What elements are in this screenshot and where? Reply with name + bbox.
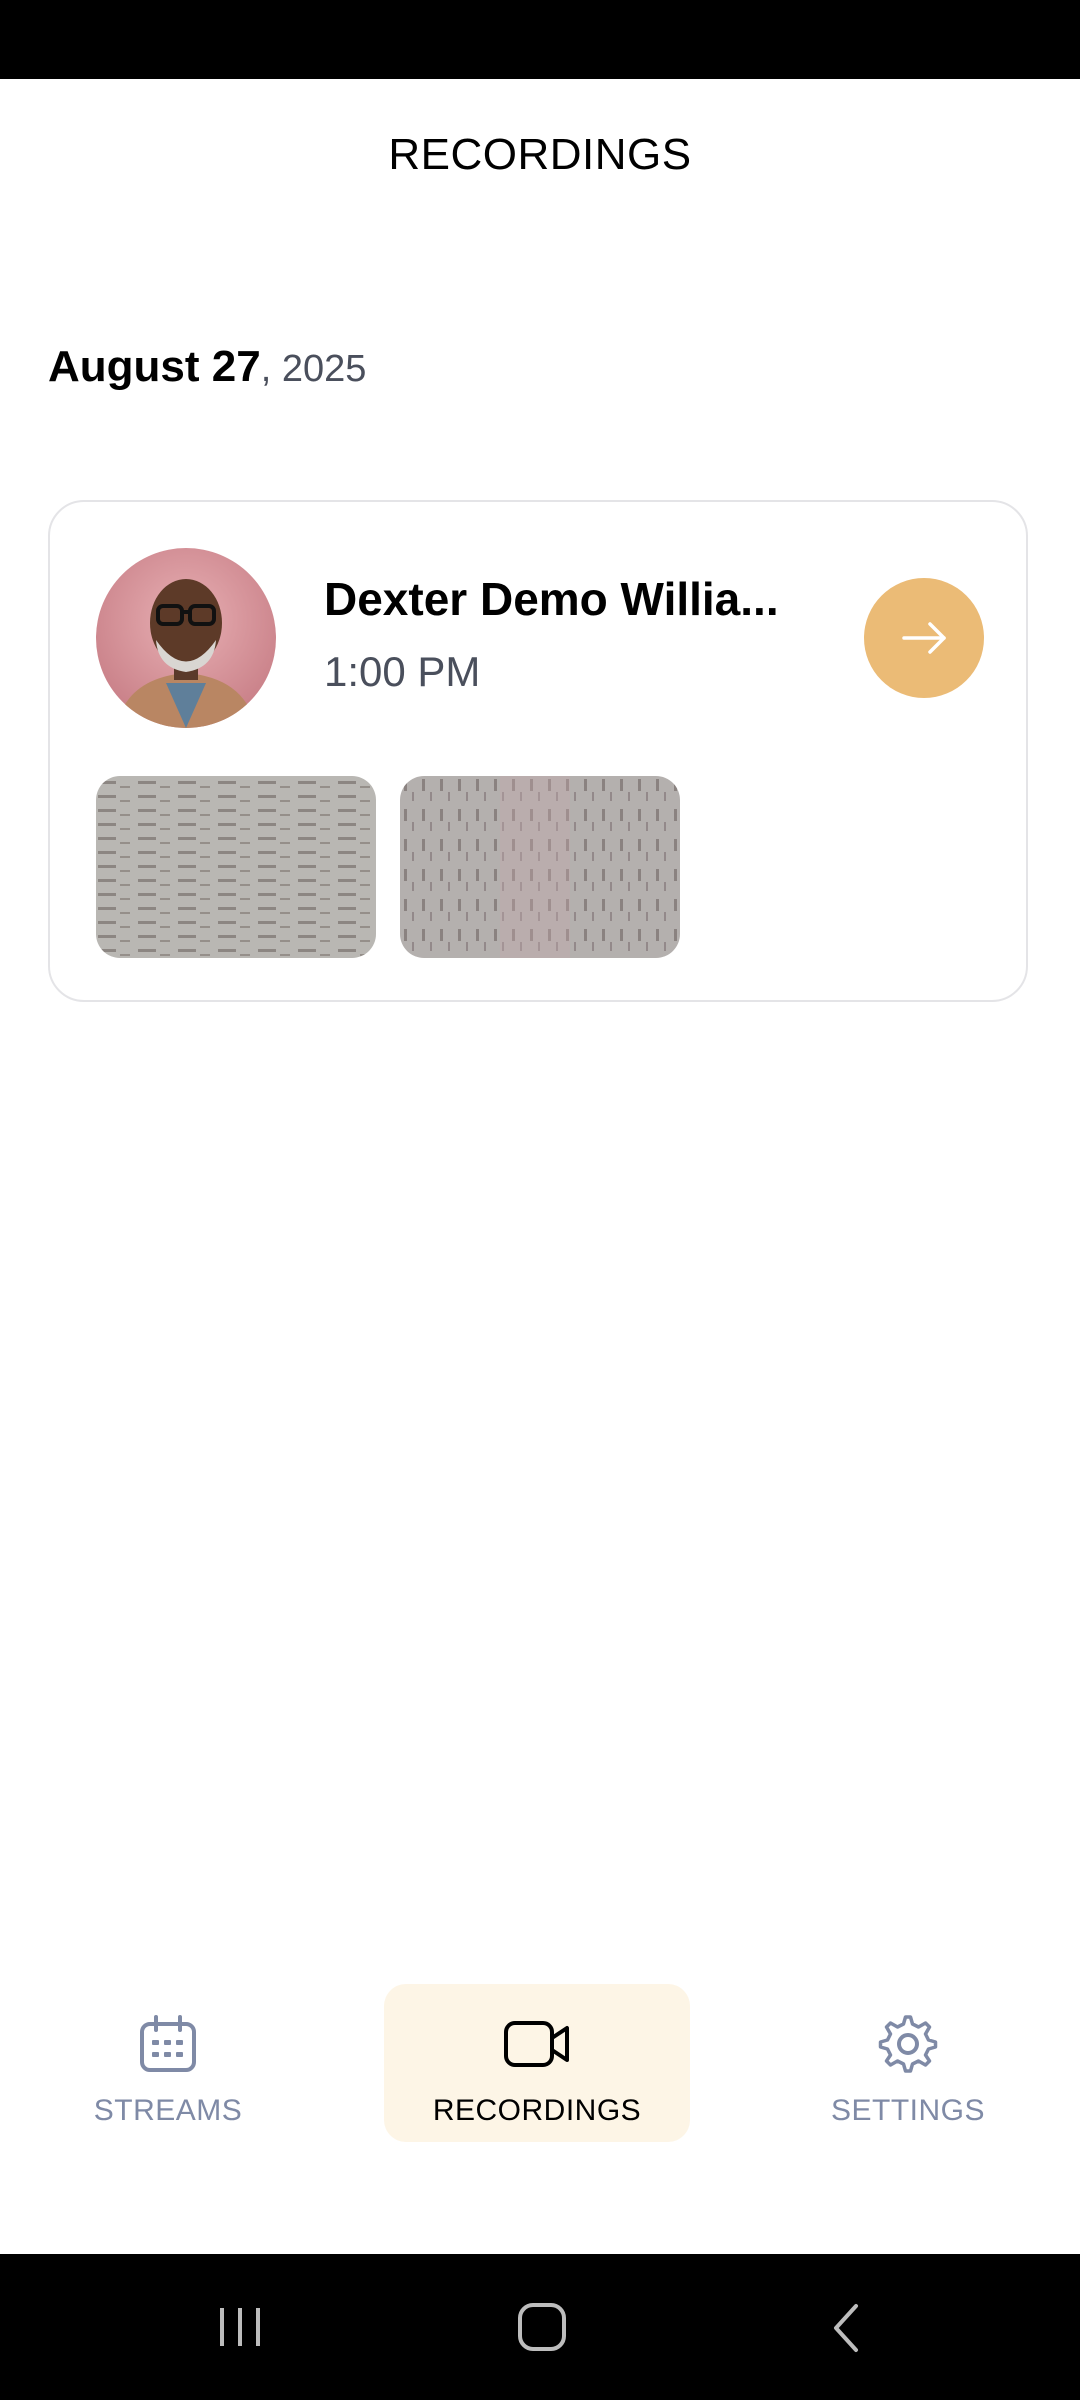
open-recording-button[interactable]: [864, 578, 984, 698]
video-camera-icon: [504, 2021, 569, 2067]
status-bar: [0, 0, 1080, 79]
avatar: [96, 548, 276, 728]
date-day: August 27: [48, 342, 261, 391]
calendar-icon: [140, 2015, 196, 2072]
recent-apps-icon[interactable]: [214, 2302, 266, 2352]
recording-thumbnail[interactable]: [96, 776, 376, 958]
nav-item-settings[interactable]: SETTINGS: [788, 1984, 1028, 2142]
back-icon[interactable]: [826, 2302, 866, 2354]
date-heading: August 27, 2025: [48, 342, 366, 392]
home-icon[interactable]: [516, 2302, 568, 2352]
nav-label-settings: SETTINGS: [830, 2094, 985, 2127]
page-title: RECORDINGS: [388, 130, 692, 179]
nav-item-recordings[interactable]: RECORDINGS: [384, 1984, 690, 2142]
recording-card[interactable]: Dexter Demo Willia... 1:00 PM: [48, 500, 1028, 1002]
nav-label-recordings: RECORDINGS: [432, 2094, 642, 2127]
nav-label-streams: STREAMS: [93, 2094, 243, 2127]
recording-name: Dexter Demo Willia...: [324, 573, 779, 625]
bottom-nav: STREAMS RECORDINGS SETTINGS: [0, 1970, 1080, 2170]
recording-time: 1:00 PM: [324, 648, 481, 695]
gear-icon: [878, 2015, 938, 2073]
nav-item-streams[interactable]: STREAMS: [48, 1984, 288, 2142]
recording-thumbnail[interactable]: [400, 776, 680, 958]
date-year: , 2025: [260, 348, 367, 390]
system-navigation-bar: [0, 2254, 1080, 2400]
arrow-right-icon: [902, 622, 946, 654]
